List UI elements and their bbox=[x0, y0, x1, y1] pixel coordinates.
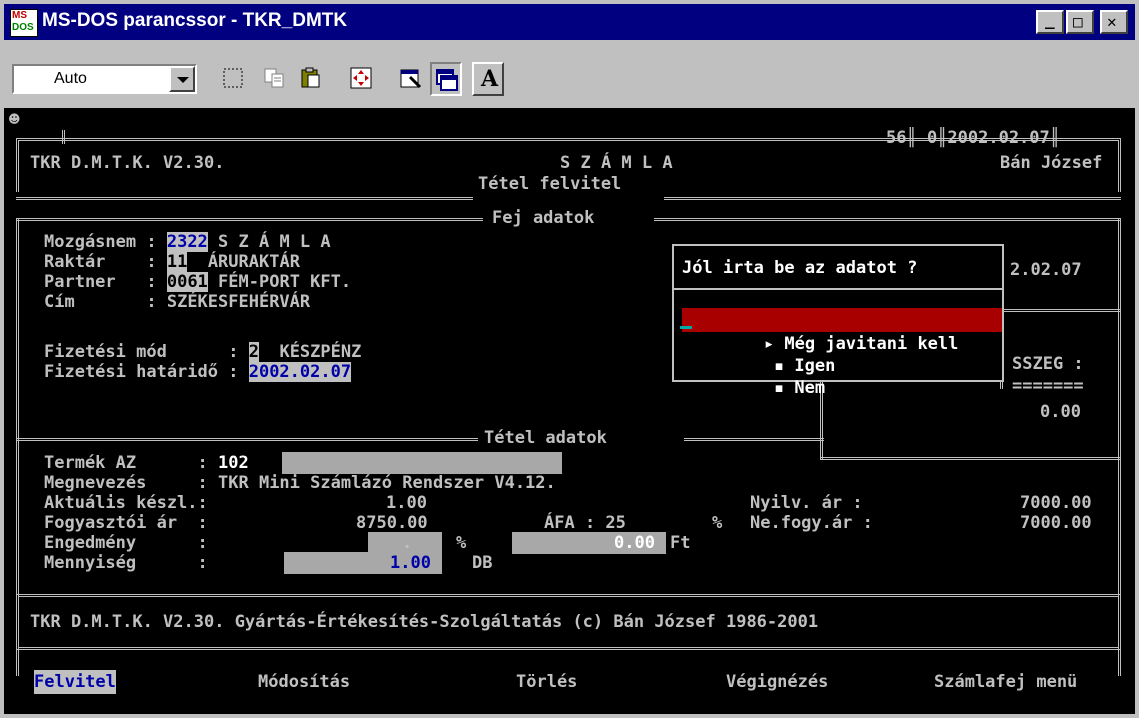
smiley-icon: ☻ bbox=[8, 112, 21, 126]
hatarido-label: Fizetési határidő : bbox=[44, 362, 239, 382]
termek-value: 102 bbox=[218, 453, 249, 473]
menu-szamlafej[interactable]: Számlafej menü bbox=[934, 670, 1077, 694]
dialog-divider bbox=[674, 288, 1002, 290]
fizmod-code-field[interactable]: 2 bbox=[248, 342, 259, 362]
megnev-label: Megnevezés : bbox=[44, 473, 208, 493]
partner-label: Partner : bbox=[44, 272, 157, 292]
partner-code-field[interactable]: 0061 bbox=[166, 272, 208, 292]
background-button[interactable] bbox=[430, 62, 462, 96]
dialog-option-nem[interactable]: ▪ Nem bbox=[692, 352, 825, 398]
menu-vegignezes[interactable]: Végignézés bbox=[726, 670, 828, 694]
properties-icon bbox=[400, 69, 422, 89]
raktar-name: ÁRURAKTÁR bbox=[207, 252, 300, 272]
mark-button[interactable] bbox=[218, 62, 250, 96]
divider-tetel-adatok-left bbox=[16, 438, 478, 441]
termek-label: Termék AZ : bbox=[44, 453, 208, 473]
font-size-value: Auto bbox=[54, 70, 87, 87]
title-bar[interactable]: MS DOS MS-DOS parancssor - TKR_DMTK _ □ … bbox=[4, 4, 1135, 40]
eng-ft-unit: Ft bbox=[670, 533, 691, 553]
header-tick bbox=[62, 130, 65, 144]
font-size-select[interactable]: Auto bbox=[12, 64, 197, 94]
right-date: 2.02.07 bbox=[1010, 260, 1082, 280]
mozgasnem-code-field[interactable]: 2322 bbox=[166, 232, 208, 252]
summary-box-bottom bbox=[820, 457, 1121, 460]
raktar-code-field[interactable]: 11 bbox=[166, 252, 188, 272]
divider-tetel-left bbox=[16, 197, 473, 200]
text-cursor bbox=[680, 326, 692, 329]
footer-copyright: TKR D.M.T.K. V2.30. Gyártás-Értékesítés-… bbox=[30, 612, 819, 632]
right-osszeg-label: SSZEG : bbox=[1012, 354, 1084, 374]
nefogy-value: 7000.00 bbox=[1020, 513, 1092, 533]
nefogy-label: Ne.fogy.ár : bbox=[750, 513, 873, 533]
raktar-label: Raktár : bbox=[44, 252, 157, 272]
dialog-option-javitani[interactable]: ▸ Még javitani kell bbox=[682, 308, 1002, 354]
console-area[interactable]: ☻ 56║ 0║2002.02.07║ TKR D.M.T.K. V2.30. … bbox=[4, 108, 1135, 714]
cim-value: SZÉKESFEHÉRVÁR bbox=[166, 292, 311, 312]
minimize-button[interactable]: _ bbox=[1036, 10, 1064, 34]
partner-name: FÉM-PORT KFT. bbox=[218, 272, 352, 292]
app-icon-ms: MS bbox=[12, 10, 27, 21]
right-separator: ======= bbox=[1012, 376, 1084, 396]
app-icon-dos: DOS bbox=[12, 22, 34, 33]
minimize-icon: _ bbox=[1045, 10, 1055, 29]
msdos-app-icon[interactable]: MS DOS bbox=[10, 9, 38, 37]
dialog-question: Jól irta be az adatot ? bbox=[682, 258, 918, 278]
maximize-button[interactable]: □ bbox=[1066, 10, 1094, 34]
copy-button[interactable] bbox=[260, 62, 292, 96]
section-tetel-felvitel: Tétel felvitel bbox=[478, 174, 622, 194]
menny-label: Mennyiség : bbox=[44, 553, 208, 573]
fullscreen-button[interactable] bbox=[346, 62, 378, 96]
divider-fej-right bbox=[654, 218, 1121, 221]
bullet-icon: ▪ bbox=[773, 378, 785, 398]
section-tetel-adatok: Tétel adatok bbox=[484, 428, 607, 448]
cim-label: Cím : bbox=[44, 292, 157, 312]
eng-ft-value: 0.00 bbox=[614, 533, 655, 553]
eng-percent: % bbox=[456, 533, 467, 553]
summary-box-top bbox=[1004, 309, 1121, 312]
fullscreen-icon bbox=[350, 67, 372, 89]
close-icon: ✕ bbox=[1107, 12, 1117, 31]
maximize-icon: □ bbox=[1073, 12, 1083, 31]
fizmod-label: Fizetési mód : bbox=[44, 342, 239, 362]
divider-tetel-right bbox=[664, 197, 1121, 200]
right-amount: 0.00 bbox=[1040, 402, 1081, 422]
mozgasnem-name: S Z Á M L A bbox=[218, 232, 331, 252]
mark-icon bbox=[223, 68, 243, 88]
menu-felvitel[interactable]: Felvitel bbox=[34, 670, 116, 694]
menu-torles[interactable]: Törlés bbox=[516, 670, 577, 694]
paste-button[interactable] bbox=[296, 62, 328, 96]
megnev-value: TKR Mini Számlázó Rendszer V4.12. bbox=[218, 473, 556, 493]
menu-modositas[interactable]: Módosítás bbox=[258, 670, 350, 694]
dialog-option-igen[interactable]: ▪ Igen bbox=[692, 330, 835, 376]
window-title: MS-DOS parancssor - TKR_DMTK bbox=[42, 10, 348, 31]
section-fej-adatok: Fej adatok bbox=[492, 208, 595, 228]
fizmod-name: KÉSZPÉNZ bbox=[279, 342, 362, 362]
afa-percent: % bbox=[712, 513, 723, 533]
chevron-down-icon[interactable] bbox=[169, 66, 195, 92]
header-counters: 56║ 0║2002.02.07║ bbox=[886, 128, 1060, 148]
copy-icon bbox=[264, 68, 284, 88]
toolbar: Auto A bbox=[4, 44, 1135, 109]
hatarido-row: Fizetési határidő : 2002.02.07 bbox=[44, 360, 352, 384]
confirm-dialog: Jól irta be az adatot ? ▸ Még javitani k… bbox=[672, 244, 1004, 398]
mozgasnem-label: Mozgásnem : bbox=[44, 232, 157, 252]
background-icon bbox=[436, 69, 458, 91]
menny-unit: DB bbox=[472, 553, 493, 573]
menny-value: 1.00 bbox=[390, 553, 431, 573]
divider-tetel-adatok-right bbox=[684, 438, 824, 441]
font-button[interactable]: A bbox=[472, 62, 504, 96]
font-icon: A bbox=[481, 66, 499, 92]
paste-icon bbox=[301, 67, 320, 88]
close-button[interactable]: ✕ bbox=[1100, 10, 1128, 34]
hatarido-field[interactable]: 2002.02.07 bbox=[248, 362, 352, 382]
dos-window: MS DOS MS-DOS parancssor - TKR_DMTK _ □ … bbox=[0, 0, 1139, 718]
dialog-option-label: Nem bbox=[794, 378, 826, 398]
header-app-name: TKR D.M.T.K. V2.30. bbox=[30, 153, 225, 173]
header-user: Bán József bbox=[1000, 153, 1103, 173]
cim-row: Cím : SZÉKESFEHÉRVÁR bbox=[44, 290, 310, 314]
divider-fej-left bbox=[16, 218, 483, 221]
properties-button[interactable] bbox=[396, 62, 428, 96]
